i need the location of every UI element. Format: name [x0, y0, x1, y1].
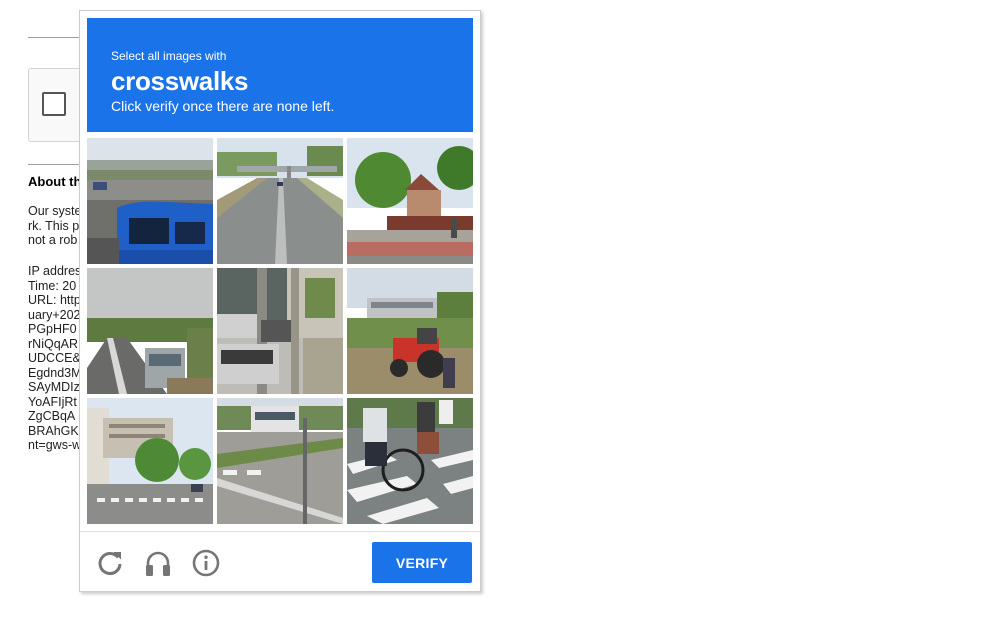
highway-overpass-blue-car-image: [87, 138, 213, 264]
text-line: Time: 20: [28, 278, 77, 293]
target-object-label: crosswalks: [111, 66, 249, 96]
instruction-subtext: Click verify once there are none left.: [111, 98, 335, 114]
text-line: rk. This p: [28, 218, 80, 233]
text-line: UDCCE&: [28, 351, 81, 365]
recaptcha-challenge-popup: Select all images with crosswalks Click …: [79, 10, 481, 592]
text-line: not a rob: [28, 233, 78, 247]
recaptcha-checkbox[interactable]: [42, 92, 66, 116]
street-bus-crosswalk-image: [217, 398, 343, 524]
text-line: nt=gws-w: [28, 438, 82, 452]
grid-tile-8[interactable]: [217, 398, 343, 524]
text-line: Our syste: [28, 204, 82, 218]
explanation-paragraph: Our syste rk. This p not a rob: [28, 204, 82, 248]
grid-tile-4[interactable]: [87, 268, 213, 394]
text-line: Egdnd3M: [28, 365, 82, 380]
text-line: PGpHF0: [28, 322, 77, 336]
image-grid: [87, 138, 473, 524]
cyclist-pedestrian-crosswalk-image: [347, 398, 473, 524]
text-line: rNiQqAR: [28, 336, 79, 351]
request-details: IP addres Time: 20 URL: http uary+202 PG…: [28, 264, 82, 453]
footer-divider: [80, 531, 480, 532]
highway-overpass-road-image: [217, 138, 343, 264]
headphones-icon[interactable]: [143, 548, 173, 578]
about-heading: About th: [28, 174, 82, 189]
info-icon[interactable]: [191, 548, 221, 578]
text-line: ZgCBqA: [28, 409, 76, 423]
text-line: BRAhGK: [28, 423, 79, 438]
challenge-header: Select all images with crosswalks Click …: [87, 18, 473, 132]
text-line: YoAFIjRt: [28, 394, 77, 409]
grid-tile-7[interactable]: [87, 398, 213, 524]
grid-tile-2[interactable]: [217, 138, 343, 264]
grid-tile-6[interactable]: [347, 268, 473, 394]
rural-road-bus-image: [87, 268, 213, 394]
city-street-crosswalk-image: [87, 398, 213, 524]
grid-tile-9[interactable]: [347, 398, 473, 524]
grid-tile-5[interactable]: [217, 268, 343, 394]
text-line: URL: http: [28, 293, 81, 307]
verify-button[interactable]: Verify: [372, 542, 472, 583]
red-tractor-field-image: [347, 268, 473, 394]
grid-tile-3[interactable]: [347, 138, 473, 264]
grid-tile-1[interactable]: [87, 138, 213, 264]
text-line: SAyMDIz: [28, 380, 80, 394]
instruction-label: Select all images with: [111, 49, 227, 63]
house-trees-sidewalk-image: [347, 138, 473, 264]
parked-cars-building-image: [217, 268, 343, 394]
text-line: IP addres: [28, 264, 82, 278]
text-line: uary+202: [28, 307, 81, 322]
reload-icon[interactable]: [95, 548, 125, 578]
